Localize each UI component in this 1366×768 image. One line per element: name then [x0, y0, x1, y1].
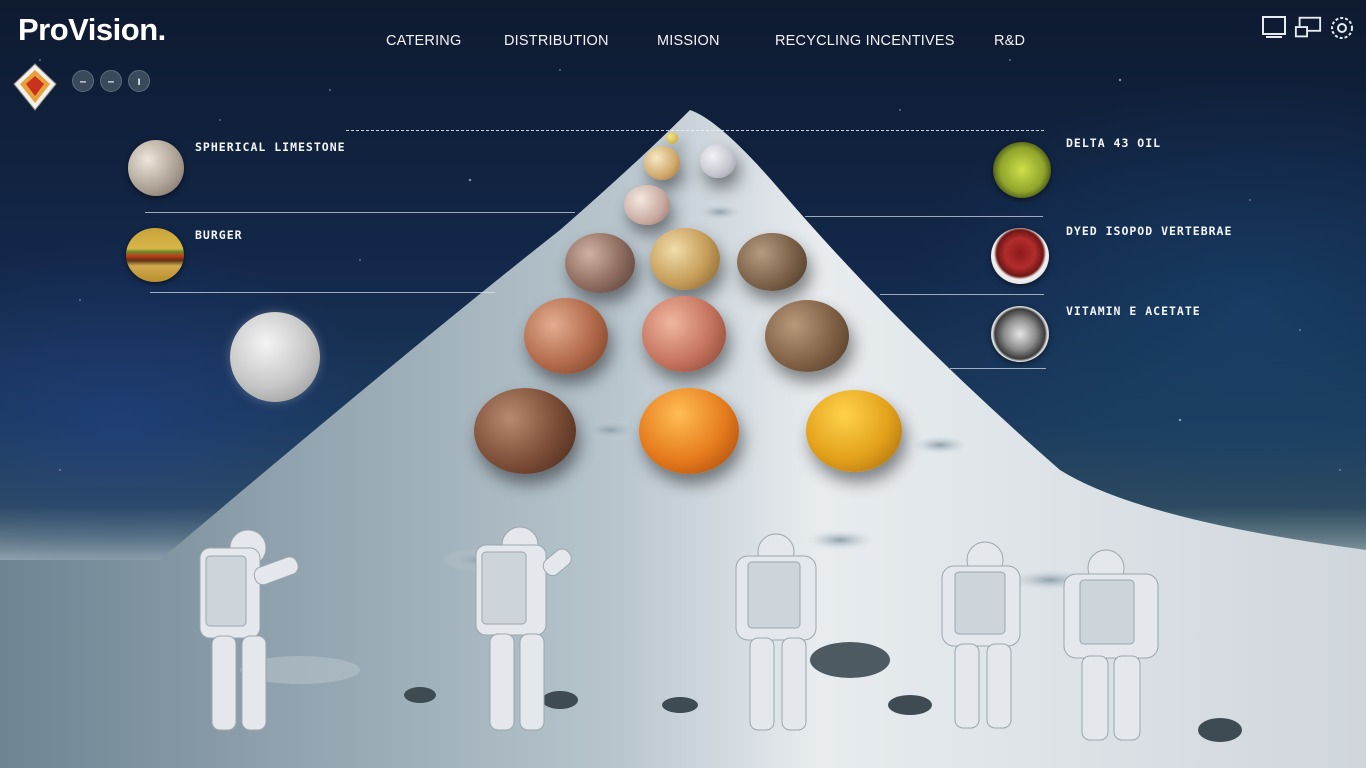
astronaut-2 — [475, 526, 572, 731]
astronaut-3 — [735, 533, 817, 731]
astronaut-4 — [941, 541, 1021, 729]
astronaut-5 — [1063, 549, 1159, 741]
astronaut-group — [199, 526, 1159, 741]
astronaut-1 — [199, 529, 299, 731]
